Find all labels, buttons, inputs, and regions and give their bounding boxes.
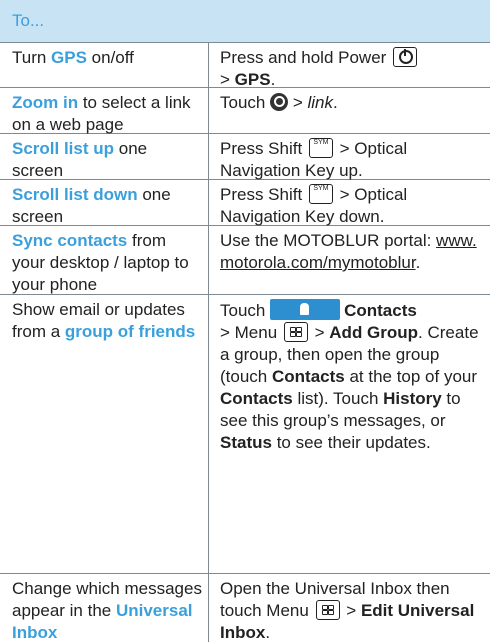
row-action: Scroll list down one screen	[12, 184, 202, 228]
table-row: Turn GPS on/off Press and hold Power > G…	[0, 43, 490, 91]
instr-bold: Status	[220, 433, 272, 452]
instr-text: list). Touch	[292, 389, 384, 408]
instr-text: >	[341, 601, 361, 620]
row-highlight: Scroll list down	[12, 185, 138, 204]
row-instruction: Touch Contacts > Menu > Add Group. Create…	[220, 299, 482, 454]
row-highlight: GPS	[51, 48, 87, 67]
instr-bold: Contacts	[271, 367, 345, 386]
row-instruction: Touch > link.	[220, 92, 482, 114]
shift-key-icon: SYM	[308, 138, 333, 158]
menu-key-icon	[283, 322, 308, 342]
instr-text: Touch	[220, 301, 271, 320]
row-action: Zoom in to select a link on a web page	[12, 92, 202, 136]
instr-text: .	[270, 70, 276, 89]
instr-text: Press Shift	[220, 185, 307, 204]
instr-text: >	[309, 323, 330, 342]
instr-text: > Menu	[220, 323, 282, 342]
instr-bold: Add Group	[329, 323, 419, 342]
instr-bold: Contacts	[344, 301, 417, 320]
row-action: Sync contacts from your desktop / laptop…	[12, 230, 202, 296]
instr-bold: Contacts	[220, 389, 293, 408]
row-instruction: Press and hold Power > GPS.	[220, 47, 482, 91]
instr-text: Use the MOTOBLUR portal:	[220, 231, 437, 250]
table-row: Change which messages appear in the Univ…	[0, 574, 490, 642]
row-instruction: Press Shift SYM > Optical Navigation Key…	[220, 138, 482, 182]
instr-text: Press and hold Power	[220, 48, 392, 67]
table-row: Scroll list up one screen Press Shift SY…	[0, 134, 490, 180]
row-instruction: Open the Universal Inbox then touch Menu…	[220, 578, 482, 644]
row-highlight: Sync contacts	[12, 231, 128, 250]
zoom-icon	[270, 93, 289, 111]
row-instruction: Press Shift SYM > Optical Navigation Key…	[220, 184, 482, 228]
menu-key-icon	[315, 600, 340, 620]
power-key-icon	[393, 47, 418, 67]
contacts-person-icon	[270, 299, 341, 320]
instr-text: Touch	[220, 93, 271, 112]
instr-text: .	[415, 253, 421, 272]
instr-italic: link	[307, 93, 333, 112]
table-row: Zoom in to select a link on a web page T…	[0, 88, 490, 134]
shift-key-icon: SYM	[308, 184, 333, 204]
row-action: Show email or updates from a group of fr…	[12, 299, 202, 343]
row-highlight: Zoom in	[12, 93, 79, 112]
instr-text: >	[220, 70, 235, 89]
row-action: Turn GPS on/off	[12, 47, 202, 69]
row-action: Scroll list up one screen	[12, 138, 202, 182]
instr-bold: History	[383, 389, 442, 408]
row-highlight: group of friends	[64, 322, 196, 341]
instr-text: Press Shift	[220, 139, 307, 158]
table-row: Show email or updates from a group of fr…	[0, 295, 490, 574]
table-header: To...	[0, 0, 490, 43]
instr-bold: GPS	[234, 70, 271, 89]
instr-text: at the top of your	[344, 367, 478, 386]
row-action: Change which messages appear in the Univ…	[12, 578, 202, 644]
instr-text: to see their updates.	[271, 433, 431, 452]
row-highlight: Scroll list up	[12, 139, 115, 158]
row-text: Turn	[12, 48, 52, 67]
table-row: Sync contacts from your desktop / laptop…	[0, 226, 490, 295]
table-row: Scroll list down one screen Press Shift …	[0, 180, 490, 226]
row-instruction: Use the MOTOBLUR portal: www.motorola.co…	[220, 230, 482, 274]
row-text: on/off	[86, 48, 134, 67]
instr-text: .	[332, 93, 338, 112]
header-title: To...	[12, 11, 45, 30]
instr-text: >	[288, 93, 308, 112]
instr-text: .	[265, 623, 271, 642]
